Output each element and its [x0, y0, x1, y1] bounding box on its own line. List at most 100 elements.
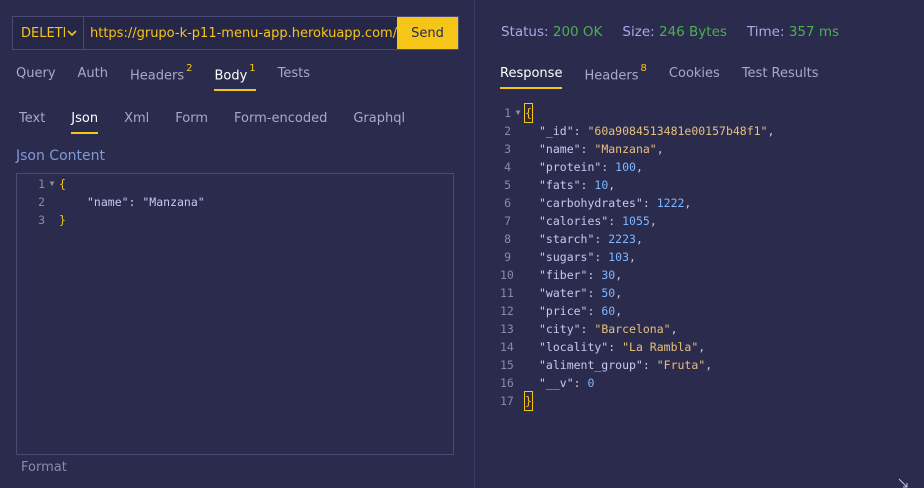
url-bar: DELETE https://grupo-k-p11-menu-app.hero…: [12, 16, 459, 50]
tab-headers[interactable]: Headers 2: [130, 63, 192, 89]
body-type-tabs: Text Json Xml Form Form-encoded Graphql: [19, 111, 431, 134]
code-text: "protein": 100,: [525, 158, 643, 176]
tab-form-encoded[interactable]: Form-encoded: [234, 111, 327, 132]
code-line: 2 "name": "Manzana": [17, 193, 205, 211]
json-key: "calories": [539, 214, 609, 228]
line-number: 8: [504, 232, 511, 246]
tab-json[interactable]: Json: [71, 111, 99, 134]
url-input[interactable]: https://grupo-k-p11-menu-app.herokuapp.c…: [84, 17, 397, 49]
tab-test-results[interactable]: Test Results: [742, 66, 819, 87]
size-label: Size:: [622, 24, 655, 40]
json-colon: :: [608, 340, 623, 354]
tab-xml[interactable]: Xml: [124, 111, 149, 132]
code-line: 13 "city": "Barcelona",: [500, 320, 774, 338]
tab-response[interactable]: Response: [500, 66, 563, 89]
json-body-editor[interactable]: 1 ▼{ 2 "name": "Manzana" 3}: [16, 173, 454, 455]
json-comma: ,: [767, 124, 775, 138]
json-colon: :: [594, 250, 609, 264]
tab-badge: 1: [249, 63, 256, 74]
size-value: 246 Bytes: [658, 24, 727, 40]
json-colon: :: [587, 304, 602, 318]
tab-cookies[interactable]: Cookies: [669, 66, 720, 87]
code-text: "__v": 0: [525, 374, 594, 392]
json-key: "locality": [539, 340, 609, 354]
json-key: "fats": [539, 178, 581, 192]
code-text: "sugars": 103,: [525, 248, 636, 266]
response-body: 1 ▼{2 "_id": "60a9084513481e00157b48f1", 3 "…: [500, 103, 775, 411]
json-value: "60a9084513481e00157b48f1": [587, 124, 768, 138]
json-colon: :: [587, 268, 602, 282]
line-number: 2: [504, 124, 511, 138]
json-key: "water": [539, 286, 588, 300]
json-value: 30: [601, 268, 616, 282]
tab-response-headers[interactable]: Headers 8: [584, 63, 646, 89]
json-key: "carbohydrates": [539, 196, 643, 210]
tab-label: Auth: [77, 66, 108, 81]
tab-label: Body: [214, 68, 248, 84]
json-key: "protein": [539, 160, 602, 174]
json-colon: :: [608, 214, 623, 228]
method-select[interactable]: DELETE: [13, 17, 84, 49]
json-comma: ,: [608, 178, 616, 192]
tab-form[interactable]: Form: [175, 111, 208, 132]
code-line: 3}: [17, 211, 205, 229]
code-text: "aliment_group": "Fruta",: [525, 356, 712, 374]
code-text: "fiber": 30,: [525, 266, 622, 284]
response-tabs: Response Headers 8 Cookies Test Results: [500, 63, 841, 89]
json-value: 103: [608, 250, 630, 264]
json-comma: ,: [635, 160, 643, 174]
send-button[interactable]: Send: [397, 17, 458, 49]
request-tabs: Query Auth Headers 2 Body 1 Tests: [16, 63, 332, 92]
code-text: {: [524, 103, 533, 123]
tab-body[interactable]: Body 1: [214, 63, 256, 92]
json-comma: ,: [705, 358, 713, 372]
json-value: 60: [601, 304, 616, 318]
fold-arrow-icon[interactable]: ▼: [511, 104, 525, 122]
json-colon: :: [587, 286, 602, 300]
code-text: "water": 50,: [525, 284, 622, 302]
chevron-down-icon: [67, 30, 77, 37]
tab-text[interactable]: Text: [19, 111, 45, 132]
json-value: 2223: [608, 232, 636, 246]
json-comma: ,: [635, 232, 643, 246]
code-line: 10 "fiber": 30,: [500, 266, 774, 284]
fold-arrow-icon[interactable]: ▼: [45, 175, 59, 193]
json-value: "Barcelona": [594, 322, 671, 336]
code-line: 5 "fats": 10,: [500, 176, 774, 194]
tab-tests[interactable]: Tests: [278, 66, 310, 87]
tab-query[interactable]: Query: [16, 66, 56, 87]
resize-handle-icon[interactable]: [898, 478, 908, 488]
line-number: 9: [504, 250, 511, 264]
code-line: 15 "aliment_group": "Fruta",: [500, 356, 774, 374]
line-number: 3: [504, 142, 511, 156]
json-content-title: Json Content: [16, 148, 105, 164]
json-value: 50: [601, 286, 616, 300]
line-number: 7: [504, 214, 511, 228]
json-comma: ,: [656, 142, 664, 156]
status-stat: Status: 200 OK: [501, 24, 602, 40]
tab-label: Cookies: [668, 66, 720, 81]
tab-auth[interactable]: Auth: [78, 66, 108, 87]
json-comma: ,: [615, 286, 623, 300]
line-number: 2: [38, 195, 45, 209]
code-text: "name": "Manzana": [87, 195, 205, 209]
code-line: 12 "price": 60,: [500, 302, 774, 320]
time-value: 357 ms: [788, 24, 840, 40]
code-text: "fats": 10,: [525, 176, 615, 194]
json-colon: :: [580, 178, 595, 192]
line-number: 15: [500, 358, 514, 372]
json-value: "Fruta": [656, 358, 706, 372]
size-stat: Size: 246 Bytes: [622, 24, 727, 40]
json-value: 1055: [622, 214, 650, 228]
tab-graphql[interactable]: Graphql: [353, 111, 405, 132]
request-code: 1 ▼{ 2 "name": "Manzana" 3}: [17, 175, 205, 229]
status-label: Status:: [501, 24, 549, 40]
format-button[interactable]: Format: [21, 460, 67, 475]
